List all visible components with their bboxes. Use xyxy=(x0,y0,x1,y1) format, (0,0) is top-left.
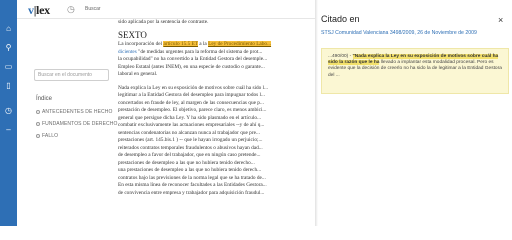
document-body: sido aplicada por la sentencia de contra… xyxy=(118,19,315,226)
text: a la xyxy=(197,41,209,47)
doc-line: La incorporación del artículo 15.5 ET a … xyxy=(118,41,315,49)
doc-line: prestaciones (art. 145.bis.1 ) -- que le… xyxy=(118,137,263,143)
section-heading: SEXTO xyxy=(118,29,147,40)
bullet-icon xyxy=(36,133,40,138)
toc-label: ANTECEDENTES DE HECHO xyxy=(42,109,113,115)
close-icon[interactable]: × xyxy=(498,15,503,25)
excerpt-prefix: ...490/00) - xyxy=(328,54,353,59)
doc-line: reiterados contratos temporales fraudule… xyxy=(118,144,263,151)
paragraph-2: Nada explica la Ley en su exposición de … xyxy=(118,85,315,198)
document-search-input[interactable]: Buscar en el documento xyxy=(34,69,109,81)
cited-in-panel: Citado en × STSJ Comunidad Valenciana 34… xyxy=(318,0,512,226)
paragraph-1: La incorporación del artículo 15.5 ET a … xyxy=(118,41,315,79)
top-search-input[interactable]: Buscar xyxy=(85,6,101,12)
vlex-logo[interactable]: v|lex xyxy=(28,3,50,18)
toc-label: FUNDAMENTOS DE DERECHO xyxy=(42,121,118,127)
toc-item-fallo[interactable]: FALLO xyxy=(36,133,126,139)
citation-link[interactable]: STSJ Comunidad Valenciana 3498/2009, 26 … xyxy=(321,30,477,36)
doc-line: general que persigue dicha Ley. Y ha sid… xyxy=(118,114,261,121)
link[interactable]: dicientes xyxy=(118,49,137,55)
menu-icon[interactable]: – xyxy=(4,125,13,134)
toc-item-antecedentes[interactable]: ANTECEDENTES DE HECHO xyxy=(36,109,126,115)
left-rail: ⌂ ⚲ ▭ ▯ ◷ – xyxy=(0,0,17,226)
text: La incorporación del xyxy=(118,41,164,47)
home-icon[interactable]: ⌂ xyxy=(4,24,13,33)
bookmark-icon[interactable]: ▯ xyxy=(4,81,13,90)
doc-line: contratos bajo las previsiones de la nor… xyxy=(118,174,266,181)
doc-line: de convivencia entre empresa y trabajado… xyxy=(118,189,265,196)
doc-line: la ocupabilidad" no ha convertido a la E… xyxy=(118,56,268,62)
doc-line: dicientes "de medidas urgentes para la r… xyxy=(118,49,315,57)
doc-line: legitimar a la Entidad Gestora del desem… xyxy=(118,92,265,98)
folder-icon[interactable]: ▭ xyxy=(4,62,13,71)
text: "de medidas urgentes para la reforma del… xyxy=(136,48,263,55)
doc-line: de desempleo a favor del trabajador, que… xyxy=(118,152,261,158)
doc-line: prestación de desempleo. El objetivo, pa… xyxy=(118,107,267,113)
document-sidebar: Buscar en el documento Índice ANTECEDENT… xyxy=(17,19,117,226)
index-heading: Índice xyxy=(36,96,53,102)
doc-line: En esta misma línea de reconocer faculta… xyxy=(118,182,267,188)
doc-line: Nada explica la Ley en su exposición de … xyxy=(118,84,269,91)
doc-line: Empleo Estatal (antes INEM), en una espe… xyxy=(118,63,265,70)
panel-title: Citado en xyxy=(321,14,360,24)
doc-line: sido aplicada por la sentencia de contra… xyxy=(118,19,209,25)
highlighted-link[interactable]: artículo 15.5 ET xyxy=(163,41,198,47)
doc-line: concertados en fraude de ley, al margen … xyxy=(118,99,264,106)
bullet-icon xyxy=(36,121,40,126)
highlighted-link[interactable]: Ley de Procedimiento Labo... xyxy=(208,41,272,47)
history-icon[interactable]: ◷ xyxy=(4,106,13,115)
logo-rest: |lex xyxy=(33,3,50,17)
doc-line: una prestaciones de desempleo a las que … xyxy=(118,167,262,173)
doc-line: combatir exclusivamente las actuaciones … xyxy=(118,122,265,128)
citation-excerpt-card[interactable]: ...490/00) - "Nada explica la Ley en su … xyxy=(321,48,509,94)
bullet-icon xyxy=(36,109,40,114)
toc-label: FALLO xyxy=(42,133,59,139)
doc-line: prestaciones de desempleo a las que no h… xyxy=(118,159,255,166)
top-bar: v|lex ◷ Buscar xyxy=(17,0,315,19)
toc-item-fundamentos[interactable]: FUNDAMENTOS DE DERECHO xyxy=(36,121,126,127)
search-icon[interactable]: ⚲ xyxy=(4,43,13,52)
history-icon[interactable]: ◷ xyxy=(67,4,75,15)
doc-line: laboral en general. xyxy=(118,71,158,77)
doc-line: sentencias condenatorias no alcanzan nun… xyxy=(118,129,260,136)
